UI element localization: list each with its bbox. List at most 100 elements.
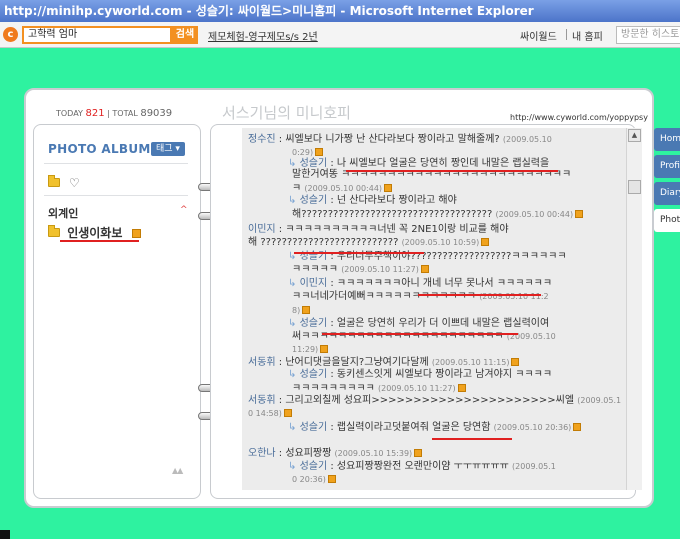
comment-text: : 그리고외칠께 성요피>>>>>>>>>>>>>>>>>>>>>>씨엘	[275, 395, 578, 406]
comment-text: ㅋ	[292, 183, 305, 194]
comment-text: : 나 씨엘보다 얼굴은 당연히 짱인데 내말은 랩실력을	[327, 158, 550, 169]
category-item-label: 인생이화보	[67, 226, 123, 240]
cyworld-link[interactable]: 싸이월드	[520, 28, 557, 43]
divider	[44, 163, 188, 164]
comment-author[interactable]: 정수진	[248, 134, 276, 145]
comment-author[interactable]: 서동휘	[248, 357, 276, 368]
comment-badge-icon[interactable]	[481, 238, 490, 246]
photo-album-title: PHOTO ALBUM	[48, 142, 151, 156]
comment-text: 해 ??????????????????????????	[248, 237, 402, 248]
comment-line: 정수진 : 씨엘보다 니가짱 난 산다라보다 짱이라고 말해줄께? (2009.…	[248, 134, 552, 145]
comment-continuation: 해 ?????????????????????????? (2009.05.10…	[248, 237, 490, 248]
highlight-underline	[432, 438, 512, 440]
comment-text: 0 14:58)	[248, 409, 282, 418]
reply-arrow-icon: ↳	[288, 278, 300, 289]
search-input[interactable]: 고학력 엄마	[22, 26, 172, 44]
comment-text: : 랩실력이라고덧붙여줘 얼굴은 당연함	[327, 422, 494, 433]
comment-list: 정수진 : 씨엘보다 니가짱 난 산다라보다 짱이라고 말해줄께? (2009.…	[242, 128, 626, 490]
comment-badge-icon[interactable]	[320, 345, 329, 353]
album-root-row[interactable]: ♡	[48, 175, 80, 190]
comment-author[interactable]: 이민지	[300, 278, 328, 289]
visited-history-dropdown[interactable]: 방문한 히스토리	[616, 26, 680, 44]
my-home-link[interactable]: 내 홈피	[572, 28, 603, 43]
comment-author[interactable]: 오한나	[248, 448, 276, 459]
comment-timestamp: (2009.05.10 20:36)	[493, 423, 572, 432]
folder-icon	[48, 175, 60, 187]
tab-photo[interactable]: Photo	[654, 209, 680, 232]
comment-text: : 성요피짱짱완전 오랜만이얌 ㅜㅜㅠㅠㅠㅠ	[327, 461, 513, 472]
comment-continuation: 0 20:36)	[292, 474, 336, 485]
comment-continuation: ㅋㅋㅋㅋㅋㅋㅋㅋㅋ (2009.05.10 11:27)	[292, 383, 466, 394]
comment-author[interactable]: 성슬기	[300, 158, 328, 169]
homepage-url[interactable]: http://www.cyworld.com/yoppypsy	[510, 113, 648, 122]
scrollbar[interactable]: ▲	[626, 128, 642, 490]
comment-line: ↳ 성슬기 : 넌 산다라보다 짱이라고 해야	[288, 195, 457, 206]
comment-text: : 얼굴은 당연히 우리가 더 이쁘데 내말은 랩실력이여	[327, 318, 550, 329]
comment-line: 이민지 : ㅋㅋㅋㅋㅋㅋㅋㅋㅋㅋ너넨 꼭 2NE1이랑 비교를 해야	[248, 224, 509, 235]
comment-text: 해????????????????????????????????????	[292, 209, 496, 220]
comment-text: ㅋㅋㅋㅋㅋㅋㅋㅋㅋ	[292, 383, 378, 394]
comment-text: : 넌 산다라보다 짱이라고 해야	[327, 195, 457, 206]
comment-badge-icon[interactable]	[414, 449, 423, 457]
comment-author[interactable]: 성슬기	[300, 461, 328, 472]
comment-badge-icon[interactable]	[302, 306, 311, 314]
comment-text: : 동키센스잇게 씨엘보다 짱이라고 남겨야지 ㅋㅋㅋㅋ	[327, 369, 553, 380]
comment-line: ↳ 성슬기 : 동키센스잇게 씨엘보다 짱이라고 남겨야지 ㅋㅋㅋㅋ	[288, 369, 552, 380]
tag-button[interactable]: 태그 ▾	[151, 142, 185, 156]
comment-author[interactable]: 성슬기	[300, 195, 328, 206]
comment-badge-icon[interactable]	[457, 384, 466, 392]
reply-arrow-icon: ↳	[288, 422, 300, 433]
comment-author[interactable]: 성슬기	[300, 318, 328, 329]
comment-author[interactable]: 성슬기	[300, 369, 328, 380]
comment-badge-icon[interactable]	[420, 265, 429, 273]
heart-icon: ♡	[68, 176, 80, 190]
category-title[interactable]: 외계인	[48, 205, 78, 221]
ad-link[interactable]: 제모체험-영구제모s/s 2년	[208, 28, 318, 43]
comment-continuation: ㅋ (2009.05.10 00:44)	[292, 183, 393, 194]
search-button[interactable]: 검색	[172, 26, 198, 44]
comment-continuation: 0 14:58)	[248, 408, 292, 419]
total-label: TOTAL	[112, 109, 138, 118]
scroll-up-arrows-icon[interactable]: ▲▲	[172, 466, 183, 475]
comment-badge-icon[interactable]	[315, 148, 324, 156]
reply-arrow-icon: ↳	[288, 318, 300, 329]
comment-line: 서동휘 : 난어디댓글을달지?그냥여기다달께 (2009.05.10 11:15…	[248, 357, 520, 368]
highlight-underline	[418, 294, 541, 296]
collapse-icon[interactable]: ^	[180, 205, 188, 215]
comment-timestamp: (2009.05.1	[577, 396, 622, 405]
comment-badge-icon[interactable]	[283, 409, 292, 417]
comment-badge-icon[interactable]	[327, 475, 336, 483]
cyworld-logo-icon[interactable]: c	[3, 27, 18, 42]
today-label: TODAY	[56, 109, 83, 118]
tab-diary[interactable]: Diary	[654, 182, 680, 205]
comment-badge-icon[interactable]	[573, 423, 582, 431]
comment-timestamp: (2009.05.10 11:27)	[341, 265, 419, 274]
highlight-underline	[322, 333, 518, 335]
scroll-up-icon[interactable]: ▲	[628, 129, 641, 142]
toolbar-divider	[566, 29, 567, 40]
comment-timestamp: (2009.05.10 11:15)	[431, 358, 510, 367]
comment-timestamp: (2009.05.10 00:44)	[304, 184, 383, 193]
category-item[interactable]: 인생이화보	[48, 224, 141, 241]
comment-badge-icon[interactable]	[384, 184, 393, 192]
tab-home[interactable]: Home	[654, 128, 680, 151]
highlight-underline	[60, 240, 139, 242]
comment-timestamp: (2009.05.10 00:44)	[495, 210, 574, 219]
comment-text: ㅋㅋ너네가더예뻐ㅋㅋㅋㅋㅋㅋㅋㅋㅋㅋㅋㅋ	[292, 291, 480, 302]
comment-author[interactable]: 성슬기	[300, 422, 328, 433]
comment-author[interactable]: 서동휘	[248, 395, 276, 406]
tab-profile[interactable]: Profile	[654, 155, 680, 178]
comment-continuation: 8)	[292, 305, 311, 316]
comment-badge-icon[interactable]	[575, 210, 584, 218]
comment-badge-icon[interactable]	[511, 358, 520, 366]
comment-line: 서동휘 : 그리고외칠께 성요피>>>>>>>>>>>>>>>>>>>>>>씨엘…	[248, 395, 621, 406]
comment-timestamp: (2009.05.10 15:39)	[334, 449, 413, 458]
comment-line: ↳ 이민지 : ㅋㅋㅋㅋㅋㅋㅋ아니 개네 너무 못나서 ㅋㅋㅋㅋㅋㅋ	[288, 278, 552, 289]
comment-timestamp: (2009.05.10 10:59)	[401, 238, 480, 247]
scroll-thumb[interactable]	[628, 180, 641, 194]
comment-author[interactable]: 이민지	[248, 224, 276, 235]
comment-text: : 씨엘보다 니가짱 난 산다라보다 짱이라고 말해줄께?	[275, 134, 503, 145]
highlight-underline	[346, 170, 558, 172]
comment-text: : ㅋㅋㅋㅋㅋㅋㅋㅋㅋㅋ너넨 꼭 2NE1이랑 비교를 해야	[275, 224, 509, 235]
comment-continuation: ㅋㅋㅋㅋㅋ (2009.05.10 11:27)	[292, 264, 429, 275]
